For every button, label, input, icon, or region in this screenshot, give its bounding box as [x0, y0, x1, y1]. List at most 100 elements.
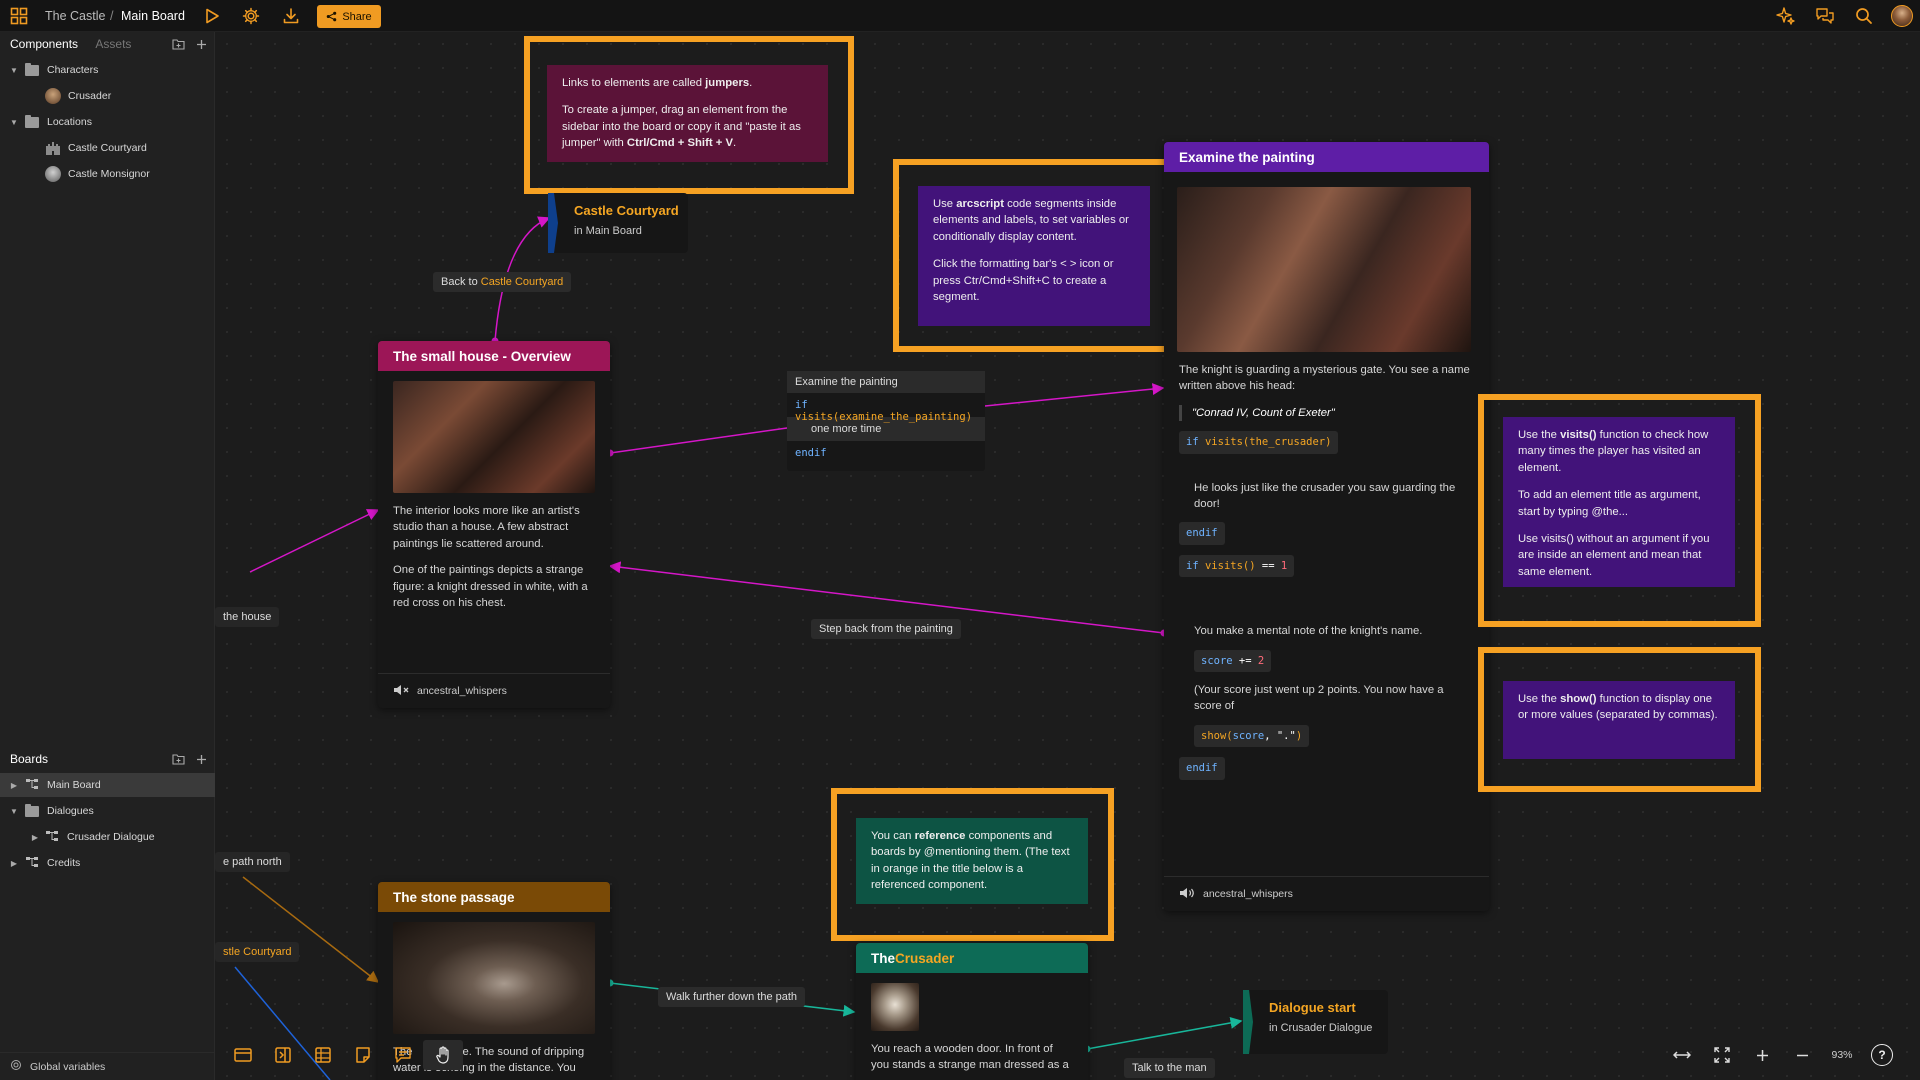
- note-visits[interactable]: Use the visits() function to check how m…: [1503, 417, 1735, 587]
- jumper-dialogue-start[interactable]: Dialogue start in Crusader Dialogue: [1243, 990, 1388, 1054]
- comments-icon[interactable]: [1814, 5, 1836, 27]
- element-title: The stone passage: [378, 882, 610, 912]
- fit-screen-icon[interactable]: [1702, 1040, 1742, 1070]
- tree-item-crusader[interactable]: Crusader: [0, 84, 215, 108]
- chevron-down-icon: ▼: [10, 65, 18, 75]
- tree-item-castle-monsignor[interactable]: Castle Monsignor: [0, 162, 215, 186]
- conditional-label[interactable]: Examine the painting if visits(examine_t…: [787, 371, 985, 471]
- tree-label: Dialogues: [47, 805, 94, 817]
- folder-icon: [25, 62, 39, 76]
- jumper-castle-courtyard[interactable]: Castle Courtyard in Main Board: [548, 193, 688, 253]
- label-code: endif: [795, 447, 827, 459]
- connector-house-in: [249, 509, 380, 573]
- tree-item-castle-courtyard[interactable]: Castle Courtyard: [0, 136, 215, 160]
- add-jumper-icon[interactable]: [263, 1040, 303, 1070]
- top-bar: The Castle / Main Board Share: [0, 0, 1920, 32]
- download-icon[interactable]: [280, 5, 302, 27]
- tree-board-crusader-dialogue[interactable]: ▶ Crusader Dialogue: [0, 825, 215, 849]
- tree-folder-characters[interactable]: ▼ Characters: [0, 58, 215, 82]
- add-board-icon[interactable]: [193, 751, 209, 767]
- zoom-in-icon[interactable]: [1742, 1040, 1782, 1070]
- element-crusader[interactable]: The Crusader You reach a wooden door. In…: [856, 943, 1088, 1080]
- element-small-house[interactable]: The small house - Overview The interior …: [378, 341, 610, 708]
- tree-label: Crusader: [68, 90, 112, 102]
- add-table-icon[interactable]: [303, 1040, 343, 1070]
- board-canvas[interactable]: Links to elements are called jumpers. To…: [215, 32, 1920, 1080]
- element-text: One of the paintings depicts a strange f…: [393, 564, 588, 610]
- chevron-down-icon: ▼: [10, 806, 18, 816]
- connector-to-cond: [609, 427, 788, 454]
- ai-sparkle-icon[interactable]: [1775, 5, 1797, 27]
- folder-icon: [25, 114, 39, 128]
- connection-label-step-back[interactable]: Step back from the painting: [811, 619, 961, 639]
- add-element-icon[interactable]: [223, 1040, 263, 1070]
- note-show[interactable]: Use the show() function to display one o…: [1503, 681, 1735, 759]
- code-segment: endif: [1179, 757, 1225, 780]
- pan-hand-icon[interactable]: [423, 1040, 463, 1070]
- chevron-right-icon: ▶: [10, 780, 18, 790]
- jumper-subtitle: in Crusader Dialogue: [1269, 1022, 1373, 1034]
- connection-label-talk[interactable]: Talk to the man: [1124, 1058, 1215, 1078]
- element-text: (Your score just went up 2 points. You n…: [1194, 684, 1444, 713]
- share-button[interactable]: Share: [317, 5, 381, 28]
- code-segment: endif: [1179, 522, 1225, 545]
- tree-folder-dialogues[interactable]: ▼ Dialogues: [0, 799, 215, 823]
- gear-icon: [10, 1059, 22, 1074]
- board-icon: [25, 778, 39, 793]
- connection-label-path-north[interactable]: e path north: [215, 852, 290, 872]
- tree-label: Locations: [47, 116, 92, 128]
- tree-board-main[interactable]: ▶ Main Board: [0, 773, 215, 797]
- note-reference[interactable]: You can reference components and boards …: [856, 818, 1088, 904]
- global-variables-button[interactable]: Global variables: [0, 1052, 215, 1080]
- muted-speaker-icon: [393, 684, 409, 699]
- user-avatar[interactable]: [1891, 5, 1913, 27]
- new-board-folder-icon[interactable]: [170, 751, 186, 767]
- tree-board-credits[interactable]: ▶ Credits: [0, 851, 215, 875]
- element-text: He looks just like the crusader you saw …: [1194, 481, 1456, 511]
- tree-folder-locations[interactable]: ▼ Locations: [0, 110, 215, 134]
- settings-gear-icon[interactable]: [240, 5, 262, 27]
- code-segment: show(score, "."): [1194, 724, 1310, 748]
- jumper-title: Dialogue start: [1269, 1000, 1356, 1015]
- share-label: Share: [342, 10, 372, 23]
- board-icon: [45, 830, 59, 845]
- tree-label: Castle Monsignor: [68, 168, 150, 180]
- breadcrumb-separator: /: [110, 9, 114, 23]
- breadcrumb-project[interactable]: The Castle: [45, 9, 105, 23]
- add-component-icon[interactable]: [193, 36, 209, 52]
- jumper-subtitle: in Main Board: [574, 225, 642, 237]
- element-text: The interior looks more like an artist's…: [393, 505, 580, 550]
- new-folder-icon[interactable]: [170, 36, 186, 52]
- help-icon[interactable]: ?: [1862, 1040, 1902, 1070]
- bottom-toolbar: [223, 1040, 463, 1070]
- connection-label-back[interactable]: Back to Castle Courtyard: [433, 272, 572, 292]
- search-icon[interactable]: [1853, 5, 1875, 27]
- audio-attachment[interactable]: ancestral_whispers: [1164, 876, 1489, 911]
- audio-attachment[interactable]: ancestral_whispers: [378, 673, 610, 708]
- studio-image: [393, 381, 595, 493]
- add-comment-icon[interactable]: [383, 1040, 423, 1070]
- add-note-icon[interactable]: [343, 1040, 383, 1070]
- code-segment: if visits(the_crusader): [1179, 431, 1339, 454]
- chevron-right-icon: ▶: [31, 832, 39, 842]
- element-title: The Crusader: [856, 943, 1088, 973]
- zoom-out-icon[interactable]: [1782, 1040, 1822, 1070]
- breadcrumb-board[interactable]: Main Board: [121, 9, 185, 23]
- stone-passage-image: [393, 922, 595, 1034]
- element-examine-painting[interactable]: Examine the painting The knight is guard…: [1164, 142, 1489, 911]
- fit-width-icon[interactable]: [1662, 1040, 1702, 1070]
- crusader-portrait: [871, 983, 919, 1031]
- share-icon: [327, 11, 337, 22]
- connection-label-walk[interactable]: Walk further down the path: [658, 987, 806, 1007]
- note-jumpers[interactable]: Links to elements are called jumpers. To…: [547, 65, 828, 162]
- connection-label-courtyard[interactable]: stle Courtyard: [215, 942, 300, 962]
- apps-grid-icon[interactable]: [8, 5, 30, 27]
- zoom-level[interactable]: 93%: [1822, 1040, 1862, 1070]
- connection-label-house[interactable]: the house: [215, 607, 280, 627]
- speaker-icon: [1179, 887, 1195, 902]
- play-icon[interactable]: [201, 5, 223, 27]
- boards-title: Boards: [10, 752, 49, 766]
- element-title: The small house - Overview: [378, 341, 610, 371]
- connector-path-north: [242, 876, 380, 983]
- note-arcscript[interactable]: Use arcscript code segments inside eleme…: [918, 186, 1150, 326]
